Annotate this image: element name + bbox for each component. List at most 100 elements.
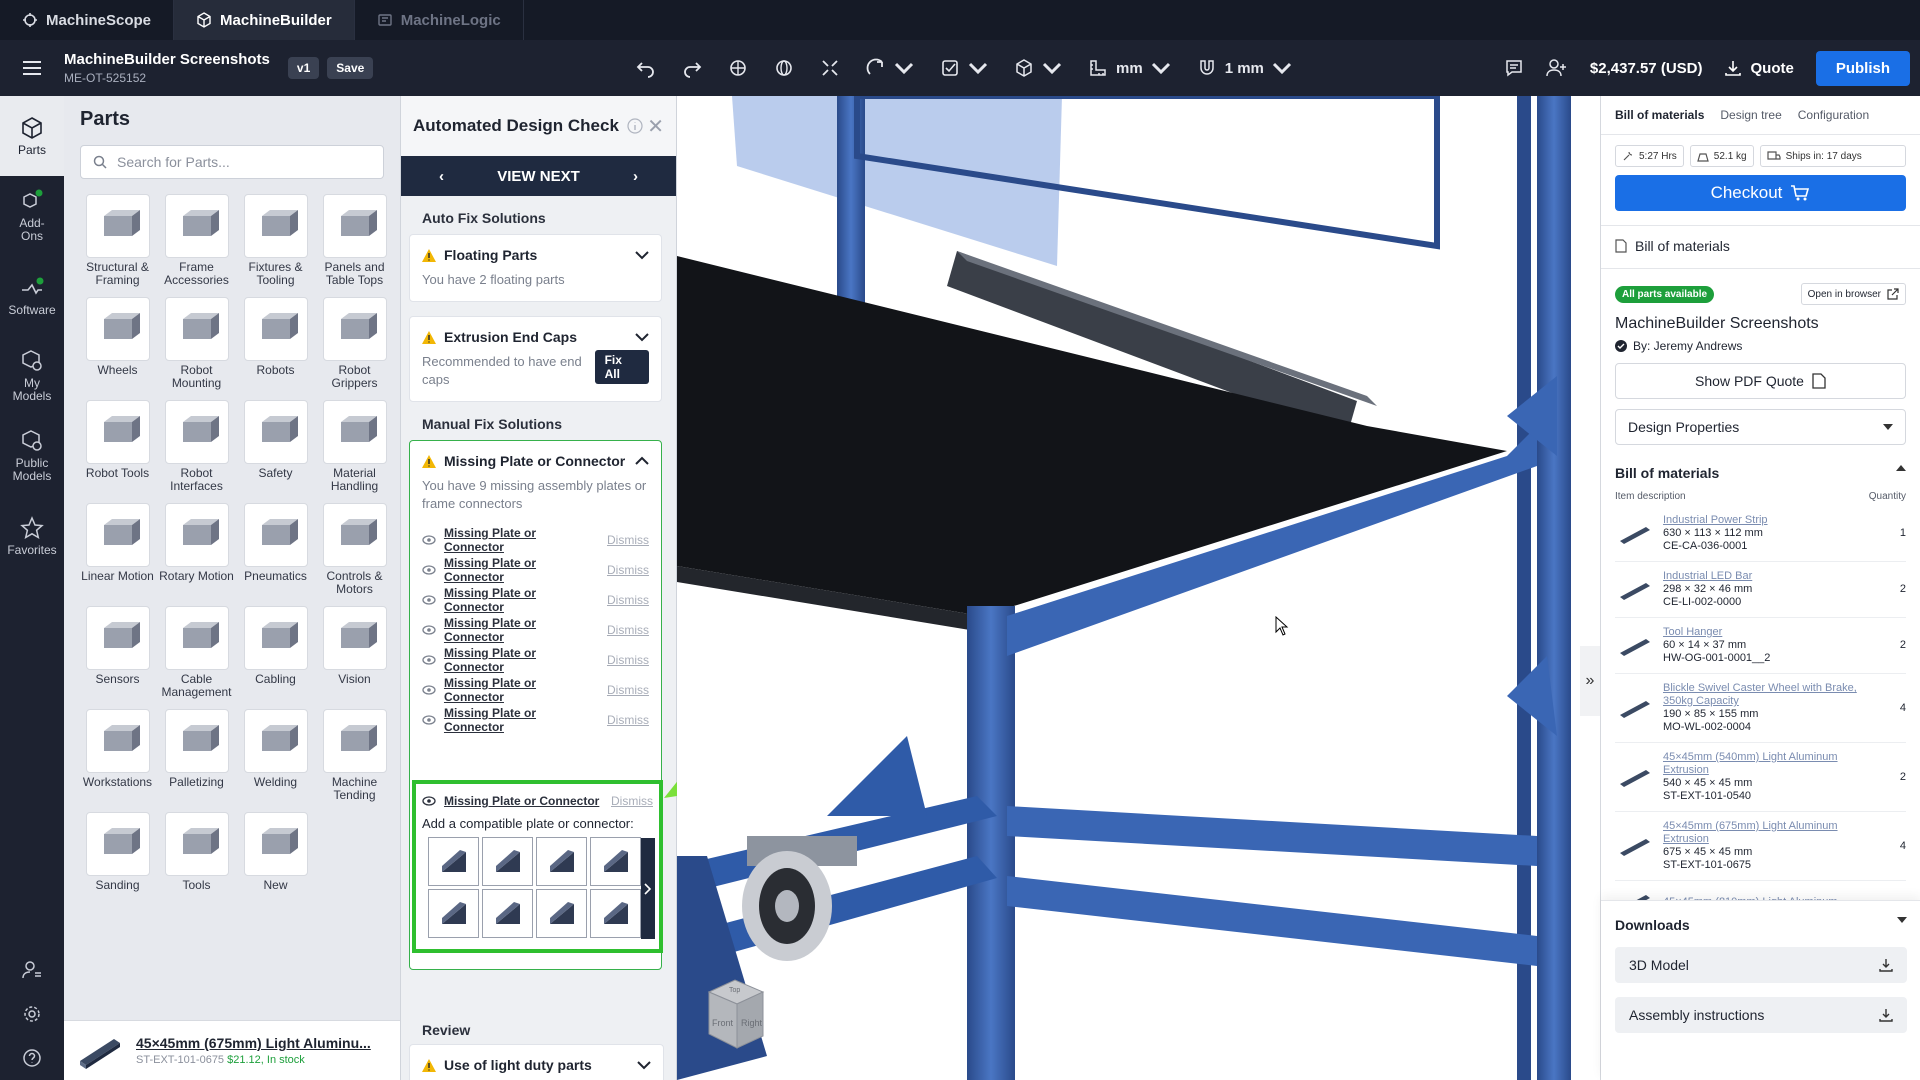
collapse-tool[interactable] (820, 58, 840, 78)
show-pdf-quote-button[interactable]: Show PDF Quote (1615, 363, 1906, 399)
rail-software[interactable]: Software (0, 256, 64, 336)
info-icon[interactable] (627, 118, 643, 134)
eye-icon[interactable] (422, 796, 436, 806)
plate-option-icon[interactable] (590, 837, 641, 886)
unit-selector[interactable]: mm (1088, 58, 1171, 78)
part-category-wheels[interactable]: Wheels (78, 297, 157, 390)
chevron-down-icon[interactable] (637, 1057, 651, 1073)
bom-item-row[interactable]: Tool Hanger 60 × 14 × 37 mm HW-OG-001-0001… (1615, 618, 1906, 674)
comment-icon[interactable] (1504, 58, 1524, 78)
part-category-structural-framing[interactable]: Structural & Framing (78, 194, 157, 287)
part-category-controls-motors[interactable]: Controls & Motors (315, 503, 394, 596)
quote-button[interactable]: Quote (1724, 59, 1794, 77)
bom-item-name[interactable]: Industrial Power Strip (1663, 514, 1878, 527)
bom-item-row[interactable]: 45×45mm (675mm) Light Aluminum Extrusion… (1615, 812, 1906, 881)
view-cube[interactable]: Top Front Right (699, 974, 771, 1054)
dismiss-link[interactable]: Dismiss (607, 653, 649, 667)
dismiss-link[interactable]: Dismiss (607, 533, 649, 547)
part-category-robot-grippers[interactable]: Robot Grippers (315, 297, 394, 390)
part-category-robot-tools[interactable]: Robot Tools (78, 400, 157, 493)
app-tab-machinelogic[interactable]: MachineLogic (355, 0, 524, 40)
missing-plate-link[interactable]: Missing Plate or Connector (444, 794, 599, 808)
missing-plate-link[interactable]: Missing Plate or Connector (444, 586, 599, 614)
3d-viewport[interactable]: Top Front Right » (677, 96, 1600, 1080)
part-category-sensors[interactable]: Sensors (78, 606, 157, 699)
part-category-robots[interactable]: Robots (236, 297, 315, 390)
plate-option-icon[interactable] (428, 837, 479, 886)
part-category-machine-tending[interactable]: Machine Tending (315, 709, 394, 802)
eye-icon[interactable] (422, 625, 436, 635)
tab-bill-of-materials[interactable]: Bill of materials (1615, 108, 1704, 122)
checkout-button[interactable]: Checkout (1615, 175, 1906, 211)
plate-option-icon[interactable] (536, 837, 587, 886)
download-3d-model-button[interactable]: 3D Model (1615, 947, 1907, 983)
redo-button[interactable] (682, 58, 702, 78)
plate-option-icon[interactable] (482, 837, 533, 886)
app-tab-machinescope[interactable]: MachineScope (0, 0, 175, 40)
bom-item-name[interactable]: 45×45mm (675mm) Light Aluminum Extrusion (1663, 820, 1878, 846)
tab-design-tree[interactable]: Design tree (1720, 108, 1781, 122)
part-category-fixtures-tooling[interactable]: Fixtures & Tooling (236, 194, 315, 287)
eye-icon[interactable] (422, 565, 436, 575)
fix-all-button[interactable]: Fix All (594, 350, 649, 384)
settings-icon[interactable] (0, 992, 64, 1036)
part-category-welding[interactable]: Welding (236, 709, 315, 802)
missing-plate-link[interactable]: Missing Plate or Connector (444, 676, 599, 704)
bom-item-name[interactable]: Tool Hanger (1663, 626, 1878, 639)
rail-parts[interactable]: Parts (0, 96, 64, 176)
missing-plate-link[interactable]: Missing Plate or Connector (444, 646, 599, 674)
selected-part-bar[interactable]: 45×45mm (675mm) Light Aluminu... ST-EXT-… (64, 1020, 400, 1080)
download-assembly-button[interactable]: Assembly instructions (1615, 997, 1907, 1033)
bom-item-name[interactable]: 45×45mm (540mm) Light Aluminum Extrusion (1663, 751, 1878, 777)
part-category-robot-interfaces[interactable]: Robot Interfaces (157, 400, 236, 493)
downloads-header[interactable]: Downloads (1615, 917, 1907, 933)
part-category-sanding[interactable]: Sanding (78, 812, 157, 892)
floating-parts-card[interactable]: Floating Parts You have 2 floating parts (409, 234, 662, 302)
dismiss-link[interactable]: Dismiss (611, 794, 653, 808)
part-category-new[interactable]: New (236, 812, 315, 892)
missing-plate-link[interactable]: Missing Plate or Connector (444, 556, 599, 584)
version-badge[interactable]: v1 (287, 57, 320, 79)
part-category-palletizing[interactable]: Palletizing (157, 709, 236, 802)
chevron-down-icon[interactable] (635, 329, 649, 345)
part-category-tools[interactable]: Tools (157, 812, 236, 892)
dismiss-link[interactable]: Dismiss (607, 593, 649, 607)
app-tab-machinebuilder[interactable]: MachineBuilder (174, 0, 355, 40)
bom-item-row[interactable]: Blickle Swivel Caster Wheel with Brake, … (1615, 674, 1906, 743)
bom-list-header[interactable]: Bill of materials (1615, 465, 1906, 481)
part-category-safety[interactable]: Safety (236, 400, 315, 493)
rail-favorites[interactable]: Favorites (0, 496, 64, 576)
chevron-up-icon[interactable] (635, 453, 649, 469)
tab-configuration[interactable]: Configuration (1798, 108, 1869, 122)
help-icon[interactable] (0, 1036, 64, 1080)
bom-item-row[interactable]: Industrial LED Bar 298 × 32 × 46 mm CE-LI-… (1615, 562, 1906, 618)
eye-icon[interactable] (422, 715, 436, 725)
rail-add-ons[interactable]: Add-Ons (0, 176, 64, 256)
parts-search-input[interactable]: Search for Parts... (80, 145, 384, 179)
menu-icon[interactable] (0, 60, 64, 76)
dismiss-link[interactable]: Dismiss (607, 683, 649, 697)
move-tool[interactable] (728, 58, 748, 78)
account-icon[interactable] (0, 948, 64, 992)
rail-my-models[interactable]: My Models (0, 336, 64, 416)
undo-button[interactable] (636, 58, 656, 78)
plates-next-arrow-icon[interactable] (641, 838, 655, 939)
end-caps-card[interactable]: Extrusion End Caps Recommended to have e… (409, 316, 662, 402)
light-duty-card[interactable]: Use of light duty parts (409, 1044, 664, 1080)
part-category-robot-mounting[interactable]: Robot Mounting (157, 297, 236, 390)
snap-selector[interactable]: 1 mm (1197, 58, 1292, 78)
view-tool[interactable] (1014, 58, 1062, 78)
rail-public-models[interactable]: Public Models (0, 416, 64, 496)
part-category-vision[interactable]: Vision (315, 606, 394, 699)
part-category-cable-management[interactable]: Cable Management (157, 606, 236, 699)
eye-icon[interactable] (422, 595, 436, 605)
missing-plate-link[interactable]: Missing Plate or Connector (444, 526, 599, 554)
design-properties-dropdown[interactable]: Design Properties (1615, 409, 1906, 445)
part-category-cabling[interactable]: Cabling (236, 606, 315, 699)
eye-icon[interactable] (422, 685, 436, 695)
part-category-frame-accessories[interactable]: Frame Accessories (157, 194, 236, 287)
chevron-down-icon[interactable] (635, 247, 649, 263)
bom-item-row[interactable]: Industrial Power Strip 630 × 113 × 112 mm… (1615, 506, 1906, 562)
plate-option-icon[interactable] (590, 889, 641, 938)
expand-panel-icon[interactable]: » (1580, 646, 1600, 716)
